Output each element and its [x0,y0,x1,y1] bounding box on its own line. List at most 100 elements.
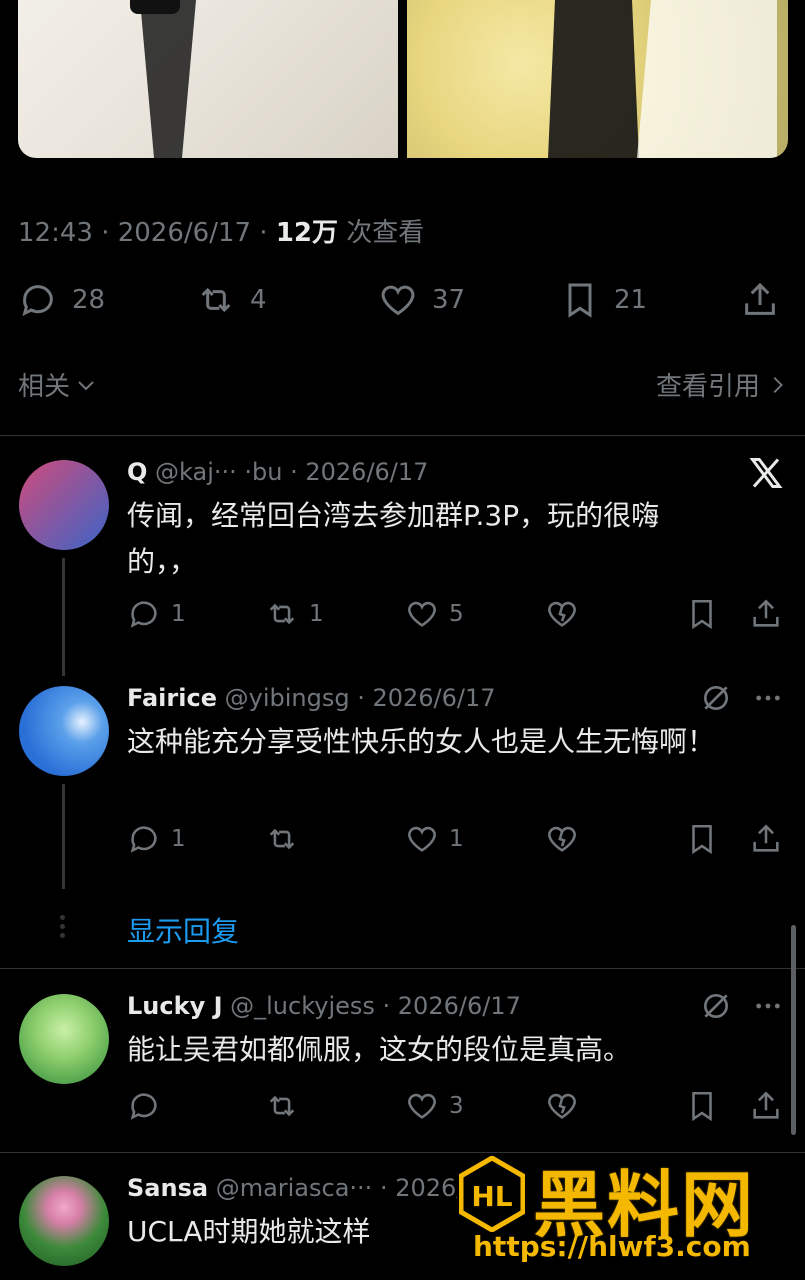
svg-text:HL: HL [471,1180,512,1213]
dislike-button[interactable] [545,822,579,856]
tweet-media[interactable] [18,0,788,158]
media-image-left[interactable] [18,0,398,158]
share-icon [753,599,779,627]
reply-actions: 1 1 [127,822,787,858]
like-button[interactable]: 37 [378,278,465,322]
share-button[interactable] [749,597,783,631]
like-button[interactable]: 5 [405,597,464,631]
avatar[interactable] [19,994,109,1084]
repost-button[interactable] [265,822,309,856]
divider [0,435,805,436]
thread-line [62,558,65,676]
reply-button[interactable]: 1 [127,597,186,631]
bookmark-button[interactable] [685,597,719,631]
reply-icon [130,601,157,628]
reply-header: Lucky J @_luckyjess · 2026/6/17 [127,992,687,1020]
dislike-button[interactable] [545,1089,579,1123]
grok-icon[interactable] [700,682,732,714]
heart-icon [408,601,436,627]
more-icon[interactable] [752,990,784,1022]
heart-icon [381,285,415,316]
bookmark-button[interactable] [685,822,719,856]
like-count: 37 [432,285,466,315]
like-count: 1 [449,826,464,852]
avatar[interactable] [19,1176,109,1266]
reply-count: 28 [72,285,106,315]
reply-icon [130,826,157,853]
repost-icon [201,287,231,313]
reply-author-name[interactable]: Lucky J [127,992,223,1020]
views-label: 次查看 [338,218,425,248]
reply-button[interactable]: 28 [18,278,105,322]
repost-button[interactable]: 1 [265,597,324,631]
reply-text: 传闻，经常回台湾去参加群P.3P，玩的很嗨的，， [127,499,660,578]
chevron-down-icon [78,380,94,390]
reply-text: UCLA时期她就这样 [127,1215,371,1248]
share-button[interactable] [740,278,780,322]
view-quotes-link[interactable]: 查看引用 [656,366,788,403]
reply-button[interactable] [127,1089,171,1123]
tweet-actions: 28 4 37 21 [18,278,788,322]
reply-text: 这种能充分享受性快乐的女人也是人生无悔啊！ [127,725,716,758]
bookmark-icon [692,824,712,855]
bookmark-count: 21 [614,285,648,315]
reply-author-handle: @_luckyjess · 2026/6/17 [230,992,521,1020]
heart-icon [408,826,436,852]
reply-count: 1 [171,601,186,627]
tweet-meta: 12:43 · 2026/6/17 · 12万 次查看 [18,212,424,249]
related-row: 相关 查看引用 [18,362,788,406]
repost-icon [269,1095,295,1117]
bookmark-icon [692,599,712,630]
share-button[interactable] [749,1089,783,1123]
media-image-right[interactable] [407,0,788,158]
reply-header: Sansa @mariasca··· · 2026/6/17 [127,1174,457,1202]
repost-button[interactable]: 4 [196,278,267,322]
avatar[interactable] [19,460,109,550]
bookmark-button[interactable] [685,1089,719,1123]
grok-icon[interactable] [700,990,732,1022]
thread-dots [60,915,66,941]
share-button[interactable] [749,822,783,856]
views-count[interactable]: 12万 [276,218,338,248]
reply-author-handle: @yibingsg · 2026/6/17 [224,684,496,712]
reply-count: 1 [171,826,186,852]
avatar[interactable] [19,686,109,776]
broken-heart-icon [548,1093,576,1119]
reply-author-handle: @kaj··· ·bu · 2026/6/17 [155,458,429,486]
share-icon [745,282,775,315]
repost-count: 1 [309,601,324,627]
bookmark-button[interactable]: 21 [560,278,647,322]
reply-author-name[interactable]: Q [127,458,147,486]
bookmark-icon [692,1091,712,1122]
watermark: HL 黑料网 https://hlwf3.com [455,1148,800,1278]
divider [0,968,805,969]
watermark-url: https://hlwf3.com [473,1230,751,1263]
x-logo-icon[interactable] [748,455,784,491]
chevron-right-icon [773,376,783,393]
scrollbar[interactable] [791,925,796,1135]
like-count: 5 [449,601,464,627]
reply-author-name[interactable]: Sansa [127,1174,208,1202]
reply-actions: 3 [127,1089,787,1125]
like-button[interactable]: 3 [405,1089,464,1123]
reply-author-name[interactable]: Fairice [127,684,217,712]
reply-header: Q @kaj··· ·bu · 2026/6/17 [127,458,687,486]
reply-header: Fairice @yibingsg · 2026/6/17 [127,684,687,712]
like-button[interactable]: 1 [405,822,464,856]
show-replies-link[interactable]: 显示回复 [127,910,239,950]
broken-heart-icon [548,601,576,627]
reply-icon [130,1093,157,1120]
reply-button[interactable]: 1 [127,822,186,856]
reply-author-handle: @mariasca··· · 2026/6/17 [215,1174,457,1202]
share-icon [753,824,779,852]
reply-actions: 1 1 5 [127,597,787,633]
related-dropdown[interactable]: 相关 [18,366,98,403]
watermark-logo-icon: HL [459,1156,525,1232]
dislike-button[interactable] [545,597,579,631]
related-label: 相关 [18,372,71,402]
more-icon[interactable] [752,682,784,714]
like-count: 3 [449,1093,464,1119]
reply-text: 能让吴君如都佩服，这女的段位是真高。 [127,1033,632,1066]
heart-icon [408,1093,436,1119]
repost-button[interactable] [265,1089,309,1123]
